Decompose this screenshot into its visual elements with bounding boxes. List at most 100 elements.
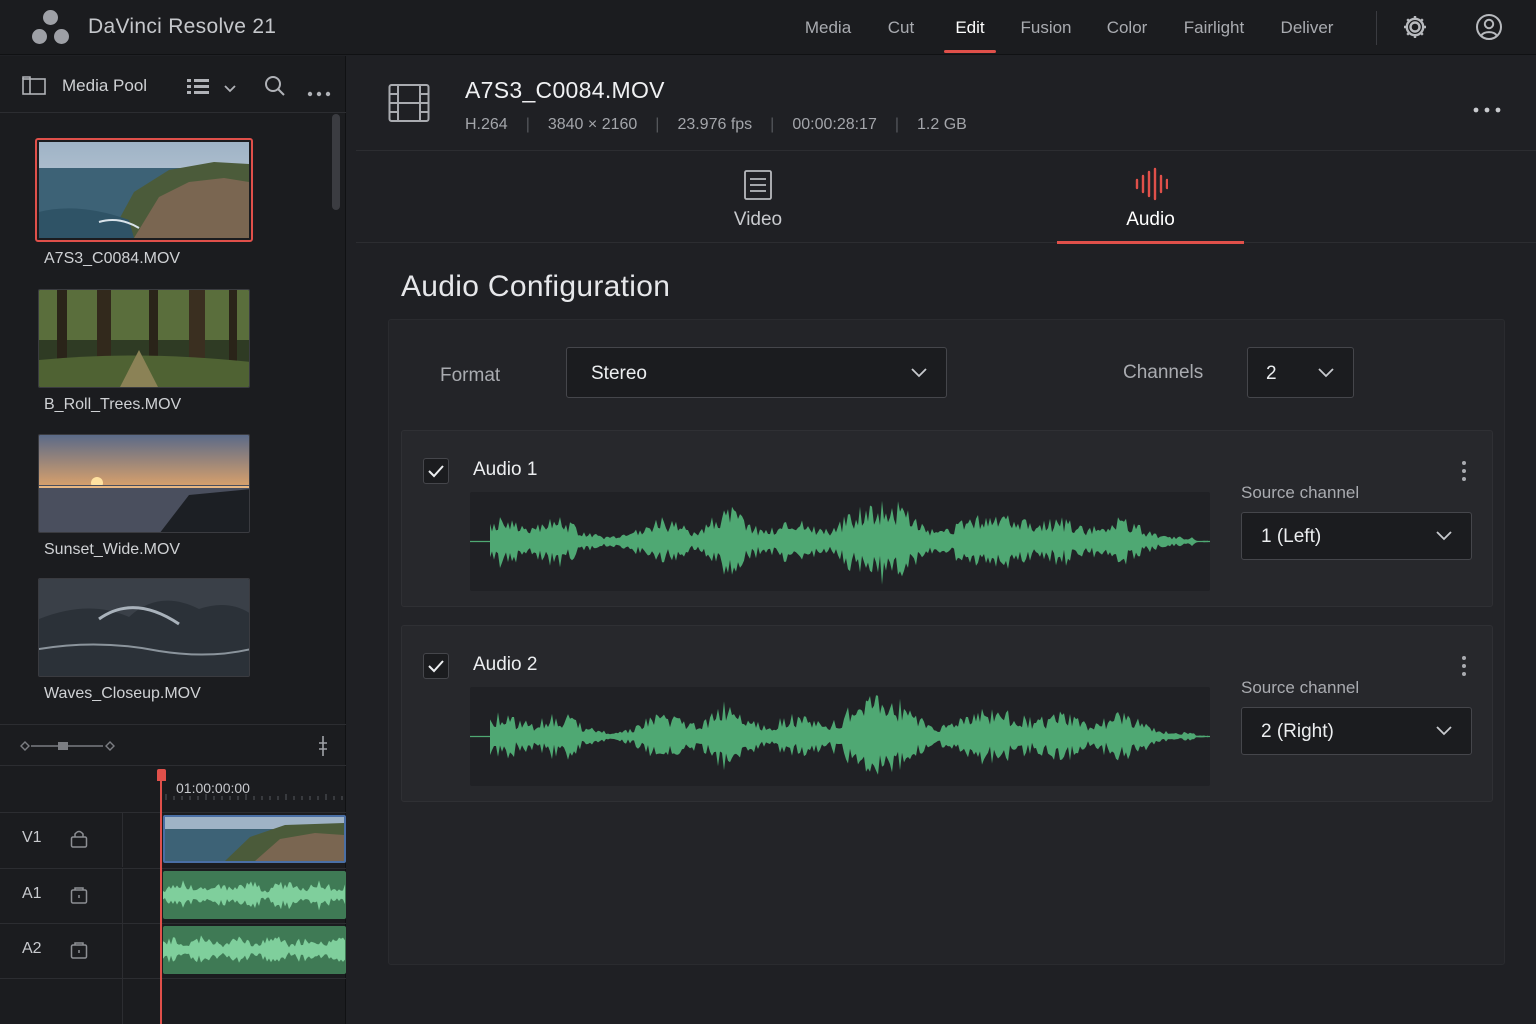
track-empty xyxy=(0,978,346,1024)
audio-2-checkbox[interactable] xyxy=(423,653,449,679)
nav-color[interactable]: Color xyxy=(1098,0,1156,55)
video-clip-bar[interactable] xyxy=(163,815,346,863)
file-name: A7S3_C0084.MOV xyxy=(465,77,665,103)
media-pool-title: Media Pool xyxy=(62,76,148,95)
audio-track-card: Audio 2 Source channel 2 (Right) xyxy=(401,625,1493,802)
clip-thumbnail xyxy=(38,289,250,388)
media-clip[interactable]: Sunset_Wide.MOV xyxy=(38,434,252,559)
panel-layout-icon[interactable] xyxy=(22,76,46,101)
source-channel-value: 1 (Left) xyxy=(1261,526,1322,547)
nav-cut[interactable]: Cut xyxy=(880,0,922,55)
chevron-down-icon[interactable] xyxy=(223,81,237,99)
search-icon[interactable] xyxy=(264,75,286,102)
clip-thumbnail xyxy=(35,138,253,242)
clip-name: B_Roll_Trees.MOV xyxy=(44,396,182,413)
codec-value: H.264 xyxy=(465,116,508,133)
source-channel-value: 2 (Right) xyxy=(1261,721,1334,742)
audio-config-box: Format Stereo Channels 2 Audio 1 Source … xyxy=(388,319,1505,965)
more-options-icon[interactable] xyxy=(307,84,331,102)
nav-edit[interactable]: Edit xyxy=(944,0,996,55)
chevron-down-icon xyxy=(1318,368,1334,378)
audio-1-checkbox[interactable] xyxy=(423,458,449,484)
top-bar: DaVinci Resolve 21 Media Cut Edit Fusion… xyxy=(0,0,1536,55)
attribute-tabs: Video Audio xyxy=(356,151,1536,244)
mini-waveform xyxy=(163,880,345,911)
file-metadata: H.264 | 3840 × 2160 | 23.976 fps | 00:00… xyxy=(465,116,967,133)
clip-thumbnail xyxy=(38,434,250,533)
track-label: V1 xyxy=(22,829,42,846)
mini-waveform xyxy=(163,935,345,963)
source-channel-dropdown[interactable]: 2 (Right) xyxy=(1241,707,1472,755)
nav-media[interactable]: Media xyxy=(796,0,860,55)
track-label: A2 xyxy=(22,940,42,957)
tab-video[interactable]: Video xyxy=(666,151,850,243)
media-pool-scrollbar[interactable] xyxy=(332,114,340,210)
nav-divider xyxy=(1376,11,1377,45)
tab-label: Audio xyxy=(1126,209,1175,230)
nav-fusion[interactable]: Fusion xyxy=(1014,0,1078,55)
track-label: A1 xyxy=(22,885,42,902)
media-clip[interactable]: A7S3_C0084.MOV xyxy=(35,138,253,268)
format-label: Format xyxy=(440,365,501,386)
audio-waveform xyxy=(470,687,1210,786)
clip-thumbnail xyxy=(38,578,250,677)
user-account-icon[interactable] xyxy=(1474,12,1504,42)
source-channel-label: Source channel xyxy=(1241,678,1360,697)
track-menu-icon[interactable] xyxy=(1460,654,1468,683)
media-clip[interactable]: B_Roll_Trees.MOV xyxy=(38,289,252,414)
track-divider xyxy=(122,869,123,923)
source-channel-dropdown[interactable]: 1 (Left) xyxy=(1241,512,1472,560)
source-channel-label: Source channel xyxy=(1241,483,1360,502)
tab-audio[interactable]: Audio xyxy=(1057,151,1244,244)
zoom-slider-icon[interactable] xyxy=(18,739,118,753)
waveform-icon xyxy=(1135,167,1168,201)
davinci-logo-icon xyxy=(32,10,70,46)
document-icon xyxy=(744,170,772,200)
fps-value: 23.976 fps xyxy=(677,116,753,133)
format-dropdown[interactable]: Stereo xyxy=(566,347,947,398)
channels-value: 2 xyxy=(1266,363,1277,384)
clip-name: A7S3_C0084.MOV xyxy=(44,250,181,267)
app-title: DaVinci Resolve 21 xyxy=(88,15,277,38)
media-clip[interactable]: Waves_Closeup.MOV xyxy=(38,578,252,703)
tab-label: Video xyxy=(733,209,783,230)
clip-name: Sunset_Wide.MOV xyxy=(44,541,181,558)
gear-icon[interactable] xyxy=(1400,12,1430,42)
track-v1[interactable]: V1 xyxy=(0,812,346,867)
section-title: Audio Configuration xyxy=(401,270,671,303)
audio-track-title: Audio 1 xyxy=(473,459,538,480)
lock-icon[interactable] xyxy=(70,940,88,965)
audio-waveform xyxy=(470,492,1210,591)
track-divider xyxy=(122,924,123,978)
track-menu-icon[interactable] xyxy=(1460,459,1468,488)
timecode-label: 01:00:00:00 xyxy=(176,780,250,796)
checkmark-icon xyxy=(428,465,444,478)
media-pool-header: Media Pool xyxy=(0,56,346,113)
audio-clip-bar[interactable] xyxy=(163,871,346,919)
track-divider xyxy=(122,979,123,1024)
checkmark-icon xyxy=(428,660,444,673)
channels-dropdown[interactable]: 2 xyxy=(1247,347,1354,398)
lock-icon[interactable] xyxy=(70,829,88,854)
nav-deliver[interactable]: Deliver xyxy=(1272,0,1342,55)
audio-clip-bar[interactable] xyxy=(163,926,346,974)
chevron-down-icon xyxy=(1436,531,1452,541)
track-divider xyxy=(122,813,123,867)
more-options-icon[interactable] xyxy=(1472,94,1502,120)
channels-label: Channels xyxy=(1123,362,1204,383)
timeline-options-icon[interactable] xyxy=(317,735,329,757)
list-view-icon[interactable] xyxy=(187,77,211,100)
playhead[interactable] xyxy=(160,772,162,1024)
chevron-down-icon xyxy=(1436,726,1452,736)
track-a2[interactable]: A2 xyxy=(0,923,346,978)
lock-icon[interactable] xyxy=(70,885,88,910)
chevron-down-icon xyxy=(911,368,927,378)
timeline-zoom-controls xyxy=(0,724,346,766)
filesize-value: 1.2 GB xyxy=(917,116,967,133)
clip-name: Waves_Closeup.MOV xyxy=(44,685,201,702)
track-a1[interactable]: A1 xyxy=(0,868,346,923)
clip-attributes-panel: A7S3_C0084.MOV H.264 | 3840 × 2160 | 23.… xyxy=(356,56,1536,1024)
mini-timeline: 01:00:00:00 V1 A1 A2 xyxy=(0,766,346,1024)
media-pool-panel: Media Pool A7S3_C0084.MOV B_Roll_Trees.M… xyxy=(0,56,346,1024)
nav-fairlight[interactable]: Fairlight xyxy=(1176,0,1252,55)
